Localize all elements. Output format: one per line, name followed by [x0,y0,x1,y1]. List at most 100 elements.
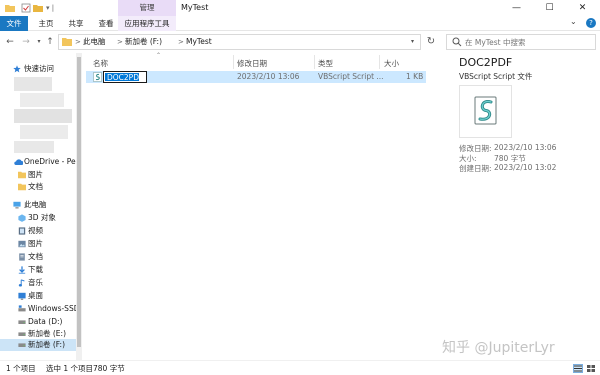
nav-documents[interactable]: 文档 [0,251,76,263]
details-view-button[interactable] [573,364,583,373]
nav-onedrive-pictures[interactable]: 图片 [0,169,76,181]
column-divider[interactable] [233,55,234,69]
forward-button[interactable]: → [20,35,32,49]
folder-icon [5,5,15,12]
preview-label: 大小: [459,154,477,163]
status-selection-size: 780 字节 [93,364,125,373]
computer-icon [13,201,21,209]
up-button[interactable]: ↑ [44,35,56,49]
vbscript-file-icon [474,96,497,125]
nav-drive-c[interactable]: Windows-SSD [0,303,76,315]
file-row[interactable]: DOC2PDF 2023/2/10 13:06 VBScript Script … [86,71,426,83]
nav-desktop[interactable]: 桌面 [0,290,76,302]
file-modified: 2023/2/10 13:06 [237,72,300,81]
nav-label: 此电脑 [24,200,47,209]
details-view-icon [574,365,582,372]
tab-file[interactable]: 文件 [0,16,28,31]
drive-icon [18,320,26,324]
drive-icon [18,332,26,336]
minimize-button[interactable]: — [500,0,533,16]
vbscript-file-icon [93,72,102,82]
nav-label: 图片 [28,170,43,179]
nav-music[interactable]: 音乐 [0,277,76,289]
blurred-item [14,77,52,91]
breadcrumb-drive-f[interactable]: 新加卷 (F:) [125,35,162,49]
document-icon [19,253,25,261]
tab-share[interactable]: 共享 [62,16,90,31]
nav-scrollbar[interactable] [76,53,82,360]
nav-3d-objects[interactable]: 3D 对象 [0,212,76,224]
tab-view[interactable]: 查看 [92,16,120,31]
nav-onedrive-documents[interactable]: 文档 [0,181,76,193]
breadcrumb-mytest[interactable]: MyTest [186,35,212,49]
folder-icon [18,183,26,191]
desktop-icon [18,292,26,300]
preview-file-name: DOC2PDF [459,56,513,69]
search-input[interactable] [465,35,593,49]
properties-icon[interactable] [21,3,31,13]
pictures-icon [18,240,26,248]
nav-label: 新加卷 (F:) [28,340,65,349]
nav-drive-d[interactable]: Data (D:) [0,316,76,328]
tab-application-tools[interactable]: 应用程序工具 [118,16,176,31]
nav-downloads[interactable]: 下载 [0,264,76,276]
column-divider[interactable] [314,55,315,69]
nav-videos[interactable]: 视频 [0,225,76,237]
navigation-pane: 快速访问 OneDrive - Per 图片 文档 此电脑 3D 对象 视频 图… [0,53,83,360]
column-divider[interactable] [379,55,380,69]
drive-icon [18,343,26,347]
tab-home[interactable]: 主页 [32,16,60,31]
nav-scrollbar-thumb[interactable] [77,57,81,347]
nav-label: 下载 [28,265,43,274]
nav-onedrive[interactable]: OneDrive - Per [0,156,76,168]
nav-label: 视频 [28,226,43,235]
column-header-modified[interactable]: 修改日期 [237,57,267,71]
breadcrumb-separator: > [178,38,184,46]
nav-quick-access[interactable]: 快速访问 [0,63,76,75]
ribbon-expand-icon[interactable]: ⌄ [570,17,577,26]
nav-label: 音乐 [28,278,43,287]
nav-drive-f[interactable]: 新加卷 (F:) [0,339,76,351]
refresh-button[interactable]: ↻ [425,36,437,48]
nav-label: 图片 [28,239,43,248]
cloud-icon [14,159,23,165]
sort-ascending-icon: ⌃ [156,52,162,59]
back-button[interactable]: ← [4,35,16,49]
nav-label: 3D 对象 [28,213,56,222]
breadcrumb-separator: > [117,38,123,46]
nav-label: 文档 [28,182,43,191]
preview-file-type: VBScript Script 文件 [459,72,533,81]
nav-label: 桌面 [28,291,43,300]
large-icons-view-button[interactable] [586,364,596,373]
column-header-type[interactable]: 类型 [318,57,333,71]
column-header-name[interactable]: 名称 [93,57,108,71]
nav-pictures[interactable]: 图片 [0,238,76,250]
column-header-size[interactable]: 大小 [384,57,399,71]
preview-value: 2023/2/10 13:02 [494,163,557,172]
quick-access-dropdown-icon[interactable]: ▾ | [46,4,54,12]
breadcrumb-this-pc[interactable]: 此电脑 [83,35,106,49]
column-header-label: 名称 [93,59,108,68]
address-dropdown-icon[interactable]: ▾ [411,35,414,49]
title-bar: ▾ | 管理 MyTest — ☐ ✕ [0,0,600,16]
nav-label: Windows-SSD [28,304,76,313]
nav-label: 快速访问 [24,64,54,73]
preview-thumbnail [459,85,512,138]
help-icon[interactable]: ? [586,18,596,28]
search-box[interactable] [446,34,596,50]
nav-label: OneDrive - Per [24,157,76,166]
rename-text: DOC2PDF [107,73,144,82]
new-folder-icon[interactable] [33,3,43,13]
rename-input[interactable]: DOC2PDF [103,71,147,83]
status-selection: 选中 1 个项目 [46,364,94,373]
close-button[interactable]: ✕ [566,0,599,16]
cube-icon [18,214,26,222]
blurred-item [20,125,68,139]
music-icon [18,279,25,287]
maximize-button[interactable]: ☐ [533,0,566,16]
ribbon-tabs: 文件 主页 共享 查看 应用程序工具 ⌄ ? [0,16,600,31]
system-drive-icon [18,305,26,312]
address-bar[interactable]: > 此电脑 > 新加卷 (F:) > MyTest ▾ [58,34,421,50]
folder-icon [62,38,72,46]
nav-this-pc[interactable]: 此电脑 [0,199,76,211]
